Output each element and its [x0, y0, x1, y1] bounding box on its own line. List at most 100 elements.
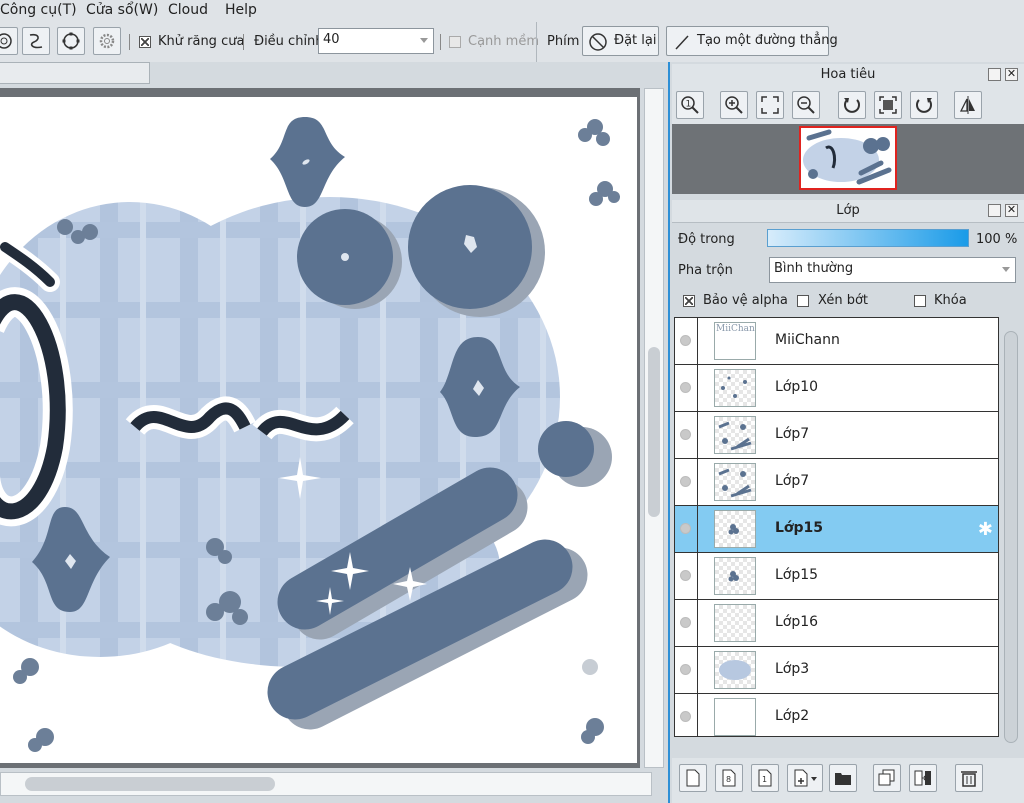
- layer-name: MiiChann: [775, 332, 840, 348]
- reset-label: Đặt lại: [614, 33, 657, 48]
- blend-mode-dropdown[interactable]: Bình thường: [769, 257, 1016, 283]
- layer-row[interactable]: Lớp7: [675, 412, 998, 459]
- merge-layer-icon-button[interactable]: [909, 764, 937, 792]
- layer-row[interactable]: Lớp2: [675, 694, 998, 736]
- reset-button[interactable]: Đặt lại: [582, 26, 659, 56]
- gear-icon[interactable]: ✱: [978, 519, 993, 540]
- reset-view-icon-button[interactable]: [874, 91, 902, 119]
- visibility-icon[interactable]: [680, 617, 691, 628]
- layer-name: Lớp3: [775, 661, 810, 677]
- layer-row[interactable]: Lớp16: [675, 600, 998, 647]
- layer-thumbnail: [714, 463, 756, 501]
- key-label: Phím: [547, 34, 580, 49]
- scroll-thumb[interactable]: [648, 347, 660, 517]
- close-icon[interactable]: ✕: [1005, 68, 1018, 81]
- visibility-icon[interactable]: [680, 523, 691, 534]
- fit-screen-icon-button[interactable]: [756, 91, 784, 119]
- visibility-icon[interactable]: [680, 711, 691, 722]
- new-layer-menu-icon-button[interactable]: [787, 764, 823, 792]
- layer-thumbnail: [714, 510, 756, 548]
- divider: [536, 22, 537, 62]
- canvas-vertical-scrollbar[interactable]: [644, 88, 664, 768]
- document-tab-strip: [0, 62, 668, 88]
- adjust-dropdown[interactable]: 40: [318, 28, 434, 54]
- soft-edge-checkbox[interactable]: [449, 36, 461, 48]
- antialias-checkbox[interactable]: [139, 36, 151, 48]
- divider: [697, 553, 698, 599]
- gear-settings-icon-button[interactable]: [93, 27, 121, 55]
- layer-row[interactable]: MiiChann MiiChann: [675, 318, 998, 365]
- circle-target-icon-button[interactable]: [0, 27, 18, 55]
- protect-alpha-checkbox[interactable]: [683, 295, 695, 307]
- popout-icon[interactable]: [988, 68, 1001, 81]
- layer-name: Lớp15: [775, 520, 824, 536]
- adjust-value: 40: [323, 32, 340, 47]
- divider: [697, 459, 698, 505]
- layer-name: Lớp16: [775, 614, 819, 630]
- canvas-paper[interactable]: [0, 97, 637, 763]
- trash-icon-button[interactable]: [955, 764, 983, 792]
- svg-text:1: 1: [686, 100, 692, 110]
- svg-text:1: 1: [762, 775, 767, 784]
- opacity-slider[interactable]: [767, 229, 969, 247]
- layer-thumbnail: [714, 416, 756, 454]
- layer-thumbnail: [714, 604, 756, 642]
- divider: [697, 318, 698, 364]
- visibility-icon[interactable]: [680, 476, 691, 487]
- scroll-thumb[interactable]: [1004, 331, 1018, 743]
- visibility-icon[interactable]: [680, 382, 691, 393]
- new-vector-layer-icon-button[interactable]: 8: [715, 764, 743, 792]
- layer-row[interactable]: Lớp15: [675, 553, 998, 600]
- popout-icon[interactable]: [988, 204, 1001, 217]
- opacity-label: Độ trong: [678, 232, 735, 247]
- menu-help[interactable]: Help: [225, 2, 257, 18]
- visibility-icon[interactable]: [680, 335, 691, 346]
- layer-row[interactable]: Lớp7: [675, 459, 998, 506]
- lock-checkbox[interactable]: [914, 295, 926, 307]
- zoom-actual-icon-button[interactable]: 1: [676, 91, 704, 119]
- divider: [697, 694, 698, 736]
- close-icon[interactable]: ✕: [1005, 204, 1018, 217]
- zoom-in-icon-button[interactable]: [720, 91, 748, 119]
- visibility-icon[interactable]: [680, 570, 691, 581]
- divider: [697, 506, 698, 552]
- chevron-down-icon: [420, 38, 428, 43]
- new-folder-icon-button[interactable]: [829, 764, 857, 792]
- layer-thumbnail: [714, 369, 756, 407]
- scroll-thumb[interactable]: [25, 777, 275, 791]
- layer-name: Lớp15: [775, 567, 819, 583]
- navigator-title: Hoa tiêu: [820, 67, 876, 82]
- layer-actions-bar: 8 1: [672, 758, 1024, 803]
- clip-checkbox[interactable]: [797, 295, 809, 307]
- layer-thumbnail: MiiChann: [714, 322, 756, 360]
- layer-name: Lớp7: [775, 473, 810, 489]
- straight-line-button[interactable]: Tạo một đường thẳng: [666, 26, 838, 56]
- circle-nodes-icon-button[interactable]: [57, 27, 85, 55]
- zoom-out-icon-button[interactable]: [792, 91, 820, 119]
- straight-line-label: Tạo một đường thẳng: [697, 33, 838, 48]
- layer-row-selected[interactable]: Lớp15 ✱: [675, 506, 998, 553]
- new-layer-1-icon-button[interactable]: 1: [751, 764, 779, 792]
- divider: [697, 412, 698, 458]
- visibility-icon[interactable]: [680, 664, 691, 675]
- menu-cloud[interactable]: Cloud: [168, 2, 208, 18]
- layer-name: Lớp2: [775, 708, 810, 724]
- layer-row[interactable]: Lớp3: [675, 647, 998, 694]
- flip-horizontal-icon-button[interactable]: [954, 91, 982, 119]
- visibility-icon[interactable]: [680, 429, 691, 440]
- menu-window[interactable]: Cửa sổ(W): [86, 2, 158, 18]
- menu-tools[interactable]: Công cụ(T): [0, 2, 77, 18]
- curve-stroke-icon-button[interactable]: [22, 27, 50, 55]
- canvas-horizontal-scrollbar[interactable]: [0, 772, 652, 796]
- document-tab[interactable]: [0, 62, 150, 84]
- new-raster-layer-icon-button[interactable]: [679, 764, 707, 792]
- rotate-right-icon-button[interactable]: [910, 91, 938, 119]
- blend-mode-value: Bình thường: [774, 261, 854, 276]
- layer-list-scrollbar[interactable]: [1001, 317, 1021, 757]
- opacity-value: 100 %: [976, 232, 1018, 247]
- rotate-left-icon-button[interactable]: [838, 91, 866, 119]
- navigator-thumbnail[interactable]: [799, 126, 897, 190]
- layer-row[interactable]: Lớp10: [675, 365, 998, 412]
- copy-layer-icon-button[interactable]: [873, 764, 901, 792]
- navigator-title-bar: Hoa tiêu ✕: [672, 64, 1024, 87]
